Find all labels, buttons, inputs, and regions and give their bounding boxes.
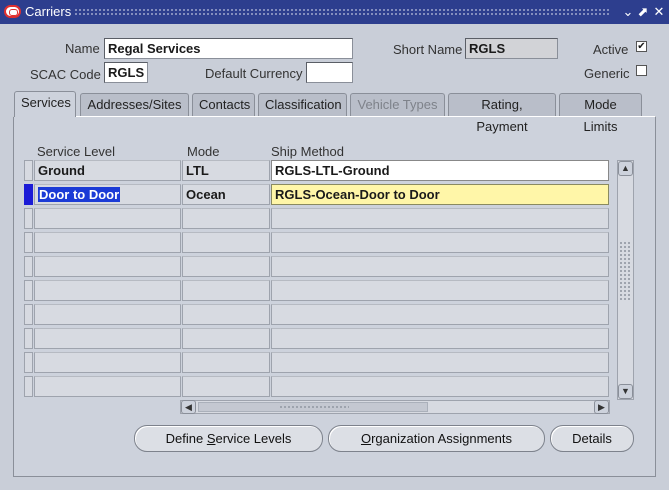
service-level-cell[interactable]: [34, 280, 181, 301]
name-label: Name: [65, 41, 100, 56]
ship-method-cell[interactable]: [271, 280, 609, 301]
short-name-field[interactable]: RGLS: [465, 38, 558, 59]
service-level-cell[interactable]: [34, 208, 181, 229]
row-indicator[interactable]: [24, 232, 33, 253]
minimize-icon[interactable]: ⌄: [621, 4, 635, 19]
column-header-service-level: Service Level: [37, 144, 116, 159]
ship-method-cell[interactable]: [271, 352, 609, 373]
mode-cell[interactable]: [182, 352, 270, 373]
ship-method-cell[interactable]: [271, 304, 609, 325]
horizontal-scroll-thumb[interactable]: [198, 402, 428, 412]
ship-method-cell[interactable]: [271, 328, 609, 349]
scac-code-label: SCAC Code: [30, 67, 101, 82]
oracle-app-icon: [4, 5, 21, 18]
service-level-cell[interactable]: Ground: [34, 160, 181, 181]
tab-vehicle-types[interactable]: Vehicle Types: [350, 93, 445, 116]
row-indicator[interactable]: [24, 376, 33, 397]
service-level-cell[interactable]: [34, 352, 181, 373]
ship-method-cell[interactable]: RGLS-LTL-Ground: [271, 160, 609, 181]
ship-method-cell[interactable]: [271, 232, 609, 253]
column-header-mode: Mode: [187, 144, 220, 159]
ship-method-cell[interactable]: [271, 208, 609, 229]
tab-mode-limits[interactable]: Mode Limits: [559, 93, 642, 134]
mode-cell[interactable]: Ocean: [182, 184, 270, 205]
name-field[interactable]: Regal Services: [104, 38, 353, 59]
row-indicator[interactable]: [24, 256, 33, 277]
service-level-cell[interactable]: [34, 376, 181, 397]
organization-assignments-button[interactable]: Organization Assignments: [328, 425, 545, 452]
scroll-right-icon[interactable]: ▶: [594, 400, 609, 414]
horizontal-scrollbar[interactable]: ◀ ▶: [180, 400, 610, 414]
tab-rating-payment[interactable]: Rating, Payment: [448, 93, 556, 134]
scroll-down-icon[interactable]: ▼: [618, 384, 633, 399]
scroll-up-icon[interactable]: ▲: [618, 161, 633, 176]
vertical-scroll-thumb[interactable]: [619, 241, 632, 301]
ship-method-cell[interactable]: RGLS-Ocean-Door to Door: [271, 184, 609, 205]
close-icon[interactable]: ✕: [652, 4, 666, 19]
tab-contacts[interactable]: Contacts: [192, 93, 255, 116]
tab-services[interactable]: Services: [14, 91, 76, 117]
mode-cell[interactable]: [182, 328, 270, 349]
generic-checkbox[interactable]: [636, 65, 647, 76]
column-header-ship-method: Ship Method: [271, 144, 344, 159]
mode-cell[interactable]: [182, 232, 270, 253]
default-currency-field[interactable]: [306, 62, 353, 83]
service-level-cell[interactable]: [34, 328, 181, 349]
default-currency-label: Default Currency: [205, 66, 303, 81]
service-level-cell[interactable]: [34, 304, 181, 325]
generic-label: Generic: [584, 66, 630, 81]
active-label: Active: [593, 42, 629, 57]
mode-cell[interactable]: [182, 280, 270, 301]
scac-code-field[interactable]: RGLS: [104, 62, 148, 83]
service-level-cell[interactable]: [34, 232, 181, 253]
mode-cell[interactable]: [182, 304, 270, 325]
row-indicator[interactable]: [24, 328, 33, 349]
tab-addresses-sites[interactable]: Addresses/Sites: [80, 93, 189, 116]
window-title: Carriers: [25, 4, 72, 19]
ship-method-cell[interactable]: [271, 256, 609, 277]
row-indicator[interactable]: [24, 280, 33, 301]
details-button[interactable]: Details: [550, 425, 634, 452]
service-level-cell[interactable]: [34, 256, 181, 277]
tab-classification[interactable]: Classification: [258, 93, 347, 116]
service-level-cell[interactable]: Door to Door: [34, 184, 181, 205]
scroll-left-icon[interactable]: ◀: [181, 400, 196, 414]
vertical-scrollbar[interactable]: ▲ ▼: [617, 160, 634, 400]
mode-cell[interactable]: LTL: [182, 160, 270, 181]
window-titlebar[interactable]: Carriers ⌄ ⬈ ✕: [0, 0, 669, 24]
row-indicator[interactable]: [24, 352, 33, 373]
selected-text: Door to Door: [38, 187, 121, 202]
define-service-levels-button[interactable]: Define Service Levels: [134, 425, 323, 452]
titlebar-grip: [74, 8, 611, 17]
row-indicator[interactable]: [24, 304, 33, 325]
restore-icon[interactable]: ⬈: [636, 4, 650, 19]
row-indicator[interactable]: [24, 208, 33, 229]
mode-cell[interactable]: [182, 256, 270, 277]
row-indicator[interactable]: [24, 160, 33, 181]
row-indicator[interactable]: [24, 184, 33, 205]
mode-cell[interactable]: [182, 208, 270, 229]
active-checkbox[interactable]: ✔: [636, 41, 647, 52]
ship-method-cell[interactable]: [271, 376, 609, 397]
mode-cell[interactable]: [182, 376, 270, 397]
short-name-label: Short Name: [393, 42, 463, 57]
